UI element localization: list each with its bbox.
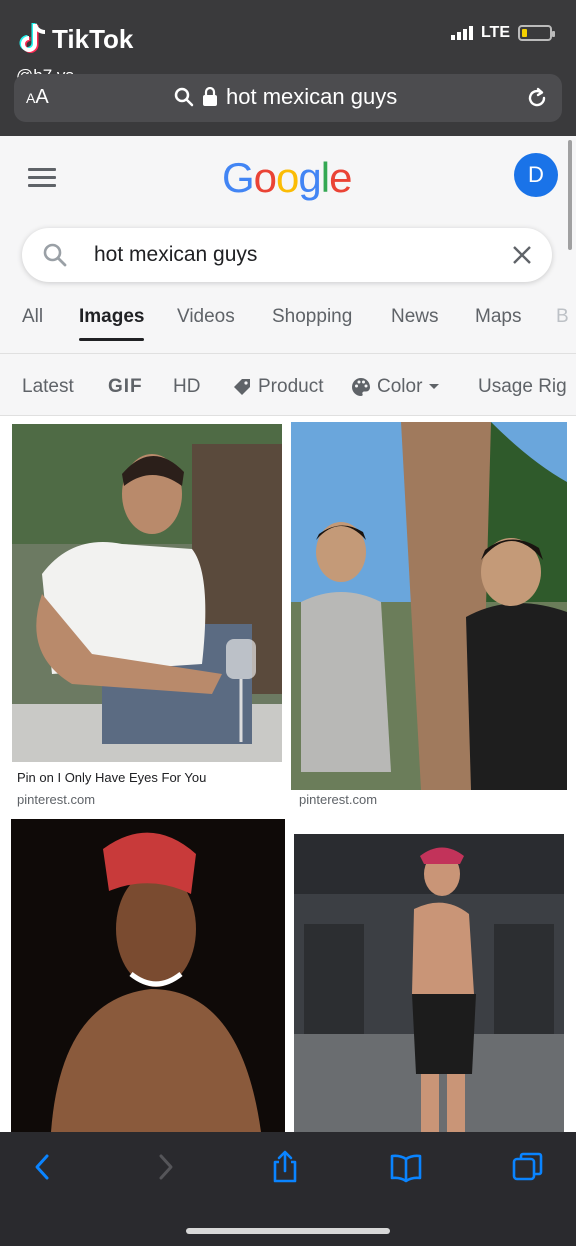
close-icon[interactable]	[510, 243, 534, 267]
hamburger-menu-icon[interactable]	[28, 168, 56, 188]
tab-news[interactable]: News	[391, 306, 439, 328]
search-icon	[174, 87, 194, 107]
tag-icon	[234, 379, 250, 395]
safari-top-bar: TikTok @h7.vs LTE AA hot mexican guys	[0, 0, 576, 136]
account-avatar[interactable]: D	[514, 153, 558, 197]
google-page: Google D hot mexican guys All Images Vid…	[0, 136, 576, 1132]
network-label: LTE	[480, 24, 510, 41]
result-image-2[interactable]	[291, 422, 567, 790]
url-display[interactable]: hot mexican guys	[174, 84, 397, 110]
filter-hd-label: HD	[173, 376, 201, 397]
search-box[interactable]: hot mexican guys	[22, 228, 552, 282]
search-tabs: All Images Videos Shopping News Maps B	[0, 306, 576, 354]
search-input[interactable]: hot mexican guys	[94, 243, 257, 267]
result-image-1[interactable]	[12, 424, 282, 762]
filter-usage-rights[interactable]: Usage Rig	[478, 376, 567, 398]
result-source-1[interactable]: pinterest.com	[17, 792, 95, 807]
tab-shopping[interactable]: Shopping	[272, 306, 352, 328]
result-source-2[interactable]: pinterest.com	[299, 792, 377, 807]
google-logo-letter: g	[298, 154, 321, 201]
bookmarks-icon[interactable]	[389, 1150, 423, 1184]
tiktok-logo-icon	[19, 23, 46, 53]
url-text: hot mexican guys	[226, 84, 398, 109]
share-icon[interactable]	[268, 1150, 302, 1184]
google-logo-letter: o	[276, 154, 299, 201]
lock-icon	[203, 87, 217, 106]
filter-hd[interactable]: HD	[173, 376, 200, 398]
result-image-4[interactable]	[294, 834, 564, 1132]
google-logo-letter: e	[329, 154, 352, 201]
filter-latest[interactable]: Latest	[22, 376, 74, 398]
text-size-button[interactable]: AA	[26, 86, 49, 109]
tab-images[interactable]: Images	[79, 306, 145, 341]
forward-icon[interactable]	[148, 1150, 182, 1184]
filter-product-label: Product	[258, 376, 324, 397]
tabs-icon[interactable]	[511, 1150, 545, 1184]
filter-product[interactable]: Product	[232, 376, 323, 398]
google-logo[interactable]: Google	[222, 154, 352, 202]
filter-chips: Latest GIF HD Product Color Usage Rig	[0, 362, 576, 416]
filter-usage-label: Usage Rig	[478, 376, 567, 397]
result-caption-1[interactable]: Pin on I Only Have Eyes For You	[17, 770, 206, 785]
filter-latest-label: Latest	[22, 376, 74, 397]
image-results: Pin on I Only Have Eyes For You pinteres…	[0, 416, 576, 1132]
reload-icon[interactable]	[524, 85, 550, 111]
search-icon	[43, 243, 67, 267]
tab-maps[interactable]: Maps	[475, 306, 521, 328]
filter-gif-label: GIF	[108, 376, 143, 397]
tab-books[interactable]: B	[556, 306, 569, 328]
home-indicator[interactable]	[186, 1228, 390, 1234]
status-bar-right: LTE	[450, 24, 555, 42]
screen: TikTok @h7.vs LTE AA hot mexican guys	[0, 0, 576, 1246]
filter-color-label: Color	[377, 376, 423, 397]
chevron-down-icon	[429, 384, 440, 389]
google-logo-letter: l	[320, 154, 330, 201]
signal-icon	[450, 26, 473, 40]
google-header: Google D	[0, 136, 576, 220]
tab-videos[interactable]: Videos	[177, 306, 235, 328]
battery-icon	[518, 25, 555, 41]
google-logo-letter: o	[253, 154, 277, 201]
tiktok-watermark: TikTok	[18, 22, 133, 56]
palette-icon	[352, 378, 370, 396]
address-bar[interactable]: AA hot mexican guys	[14, 74, 562, 122]
filter-color[interactable]: Color	[351, 376, 440, 398]
filter-gif[interactable]: GIF	[108, 376, 143, 398]
result-image-3[interactable]	[11, 819, 285, 1132]
tab-all[interactable]: All	[22, 306, 43, 328]
back-icon[interactable]	[26, 1150, 60, 1184]
google-logo-letter: G	[222, 154, 255, 201]
tiktok-label: TikTok	[52, 23, 134, 54]
